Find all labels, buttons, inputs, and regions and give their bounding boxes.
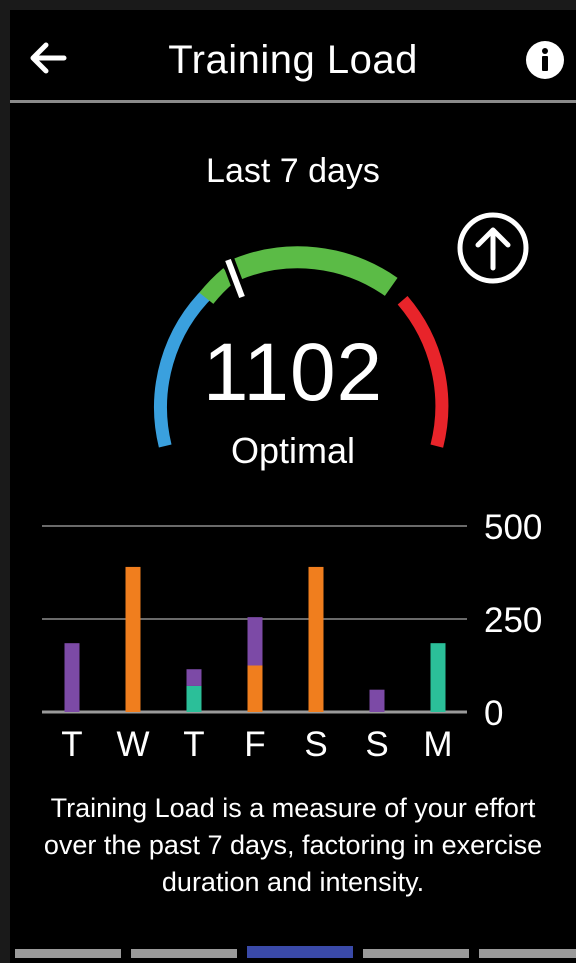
page-dot <box>131 949 237 958</box>
bar-segment <box>64 643 80 712</box>
x-tick-label: S <box>304 725 327 764</box>
y-tick-label: 0 <box>484 694 503 733</box>
bar-segment <box>186 669 202 686</box>
page-dot <box>15 949 121 958</box>
description-text: Training Load is a measure of your effor… <box>43 793 543 897</box>
bar-segment <box>186 685 202 712</box>
page-dot <box>479 949 576 958</box>
page-indicator <box>10 946 576 963</box>
page-dot-active <box>247 946 353 958</box>
bar-segment <box>308 566 324 712</box>
y-tick-label: 250 <box>484 601 542 640</box>
page-dot <box>363 949 469 958</box>
daily-load-chart: 0250500T W T F S S M <box>42 508 542 764</box>
x-tick-label: S <box>365 725 388 764</box>
bar-segment <box>247 617 263 666</box>
y-tick-label: 500 <box>484 508 542 547</box>
x-tick-label: M <box>423 725 452 764</box>
bar-segment <box>247 665 263 712</box>
x-tick-label: T <box>61 725 82 764</box>
x-tick-label: T <box>183 725 204 764</box>
training-load-screen: Training Load Last 7 days 1102 Optimal 0… <box>10 10 576 963</box>
bar-segment <box>125 566 141 712</box>
x-tick-label: W <box>116 725 149 764</box>
bar-segment <box>430 643 446 712</box>
bar-segment <box>369 689 385 712</box>
x-tick-label: F <box>244 725 265 764</box>
